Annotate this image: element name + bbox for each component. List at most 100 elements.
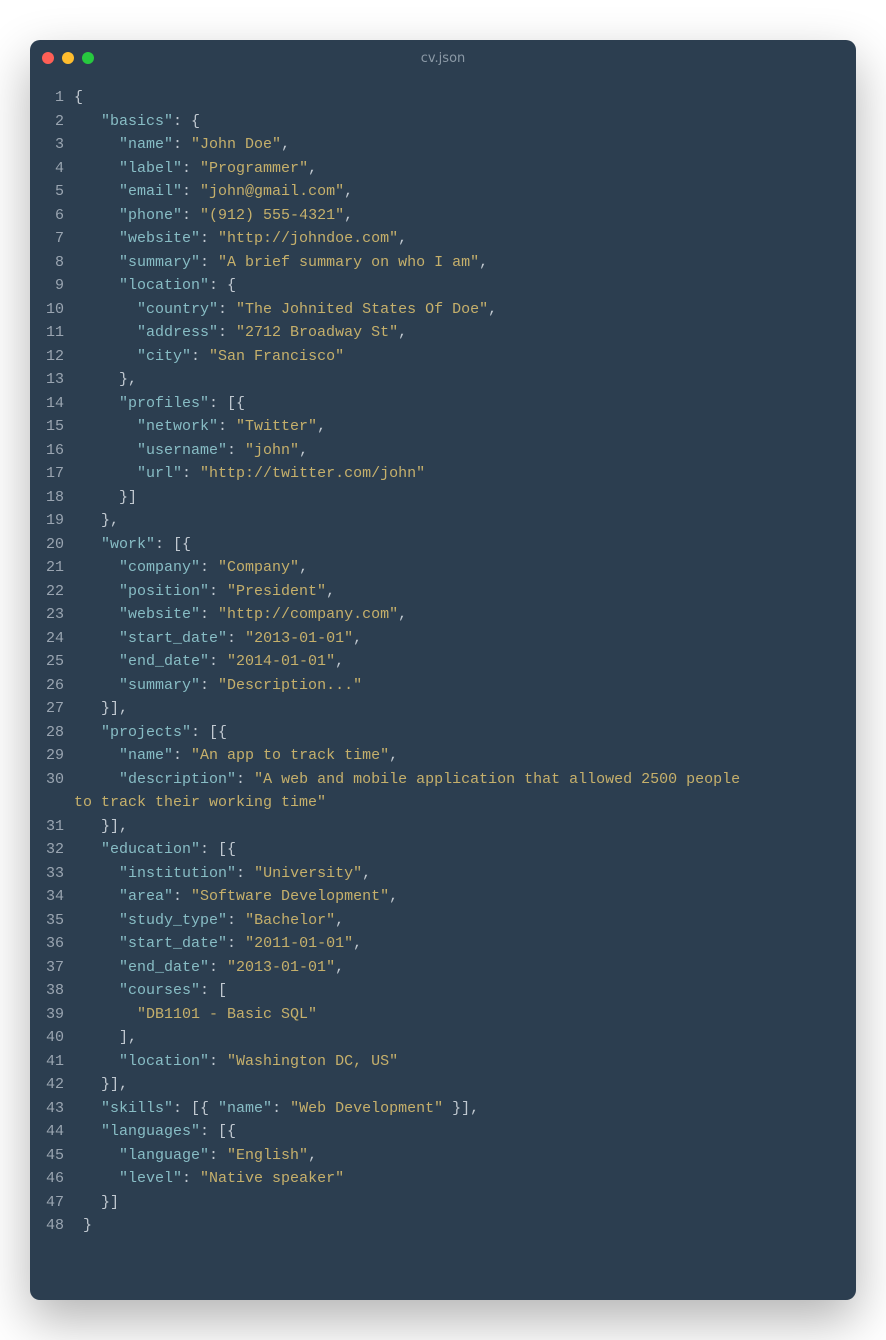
line-number: 47: [30, 1191, 64, 1215]
titlebar: cv.json: [30, 40, 856, 76]
code-line: "institution": "University",: [74, 862, 836, 886]
line-number: 13: [30, 368, 64, 392]
line-number: 35: [30, 909, 64, 933]
code-line: "website": "http://johndoe.com",: [74, 227, 836, 251]
code-line: ],: [74, 1026, 836, 1050]
line-number: 17: [30, 462, 64, 486]
code-line: "basics": {: [74, 110, 836, 134]
code-line: to track their working time": [74, 791, 836, 815]
line-number: 29: [30, 744, 64, 768]
line-number: 9: [30, 274, 64, 298]
line-number: 18: [30, 486, 64, 510]
code-line: "label": "Programmer",: [74, 157, 836, 181]
line-number: 43: [30, 1097, 64, 1121]
code-line: "summary": "Description...": [74, 674, 836, 698]
code-line: "country": "The Johnited States Of Doe",: [74, 298, 836, 322]
line-number: 6: [30, 204, 64, 228]
line-number: 12: [30, 345, 64, 369]
line-number: 44: [30, 1120, 64, 1144]
code-line: "area": "Software Development",: [74, 885, 836, 909]
line-number: 15: [30, 415, 64, 439]
code-line: "network": "Twitter",: [74, 415, 836, 439]
code-line: "company": "Company",: [74, 556, 836, 580]
minimize-icon[interactable]: [62, 52, 74, 64]
code-line: }: [74, 1214, 836, 1238]
code-line: "name": "An app to track time",: [74, 744, 836, 768]
line-number: 20: [30, 533, 64, 557]
line-number: 38: [30, 979, 64, 1003]
code-line: }]: [74, 1191, 836, 1215]
window-title: cv.json: [30, 51, 856, 66]
code-line: "address": "2712 Broadway St",: [74, 321, 836, 345]
code-line: }]: [74, 486, 836, 510]
code-line: },: [74, 509, 836, 533]
line-number: 25: [30, 650, 64, 674]
line-number: [30, 791, 64, 815]
line-number: 30: [30, 768, 64, 792]
code-line: "education": [{: [74, 838, 836, 862]
code-line: {: [74, 86, 836, 110]
code-line: }],: [74, 697, 836, 721]
line-number: 34: [30, 885, 64, 909]
line-number: 11: [30, 321, 64, 345]
line-gutter: 1234567891011121314151617181920212223242…: [30, 86, 74, 1284]
code-line: "name": "John Doe",: [74, 133, 836, 157]
line-number: 22: [30, 580, 64, 604]
code-line: "position": "President",: [74, 580, 836, 604]
code-line: "language": "English",: [74, 1144, 836, 1168]
close-icon[interactable]: [42, 52, 54, 64]
line-number: 45: [30, 1144, 64, 1168]
code-content[interactable]: { "basics": { "name": "John Doe", "label…: [74, 86, 856, 1284]
line-number: 10: [30, 298, 64, 322]
code-line: "location": {: [74, 274, 836, 298]
line-number: 33: [30, 862, 64, 886]
line-number: 23: [30, 603, 64, 627]
code-line: }],: [74, 1073, 836, 1097]
line-number: 1: [30, 86, 64, 110]
code-line: "start_date": "2011-01-01",: [74, 932, 836, 956]
code-line: },: [74, 368, 836, 392]
line-number: 2: [30, 110, 64, 134]
line-number: 28: [30, 721, 64, 745]
line-number: 5: [30, 180, 64, 204]
code-line: "skills": [{ "name": "Web Development" }…: [74, 1097, 836, 1121]
code-line: "courses": [: [74, 979, 836, 1003]
line-number: 16: [30, 439, 64, 463]
line-number: 26: [30, 674, 64, 698]
editor-area[interactable]: 1234567891011121314151617181920212223242…: [30, 76, 856, 1300]
line-number: 37: [30, 956, 64, 980]
line-number: 27: [30, 697, 64, 721]
line-number: 39: [30, 1003, 64, 1027]
code-line: "website": "http://company.com",: [74, 603, 836, 627]
code-line: "username": "john",: [74, 439, 836, 463]
line-number: 48: [30, 1214, 64, 1238]
code-line: "start_date": "2013-01-01",: [74, 627, 836, 651]
line-number: 46: [30, 1167, 64, 1191]
line-number: 4: [30, 157, 64, 181]
code-line: "end_date": "2014-01-01",: [74, 650, 836, 674]
editor-window: cv.json 12345678910111213141516171819202…: [30, 40, 856, 1300]
line-number: 19: [30, 509, 64, 533]
code-line: "end_date": "2013-01-01",: [74, 956, 836, 980]
code-line: "city": "San Francisco": [74, 345, 836, 369]
line-number: 8: [30, 251, 64, 275]
line-number: 32: [30, 838, 64, 862]
code-line: "phone": "(912) 555-4321",: [74, 204, 836, 228]
line-number: 41: [30, 1050, 64, 1074]
line-number: 7: [30, 227, 64, 251]
code-line: "description": "A web and mobile applica…: [74, 768, 836, 792]
code-line: "level": "Native speaker": [74, 1167, 836, 1191]
code-line: "email": "john@gmail.com",: [74, 180, 836, 204]
code-line: "profiles": [{: [74, 392, 836, 416]
line-number: 36: [30, 932, 64, 956]
code-line: "location": "Washington DC, US": [74, 1050, 836, 1074]
maximize-icon[interactable]: [82, 52, 94, 64]
line-number: 24: [30, 627, 64, 651]
code-line: "study_type": "Bachelor",: [74, 909, 836, 933]
code-line: "work": [{: [74, 533, 836, 557]
line-number: 3: [30, 133, 64, 157]
code-line: "url": "http://twitter.com/john": [74, 462, 836, 486]
traffic-lights: [42, 52, 94, 64]
line-number: 14: [30, 392, 64, 416]
code-line: "DB1101 - Basic SQL": [74, 1003, 836, 1027]
